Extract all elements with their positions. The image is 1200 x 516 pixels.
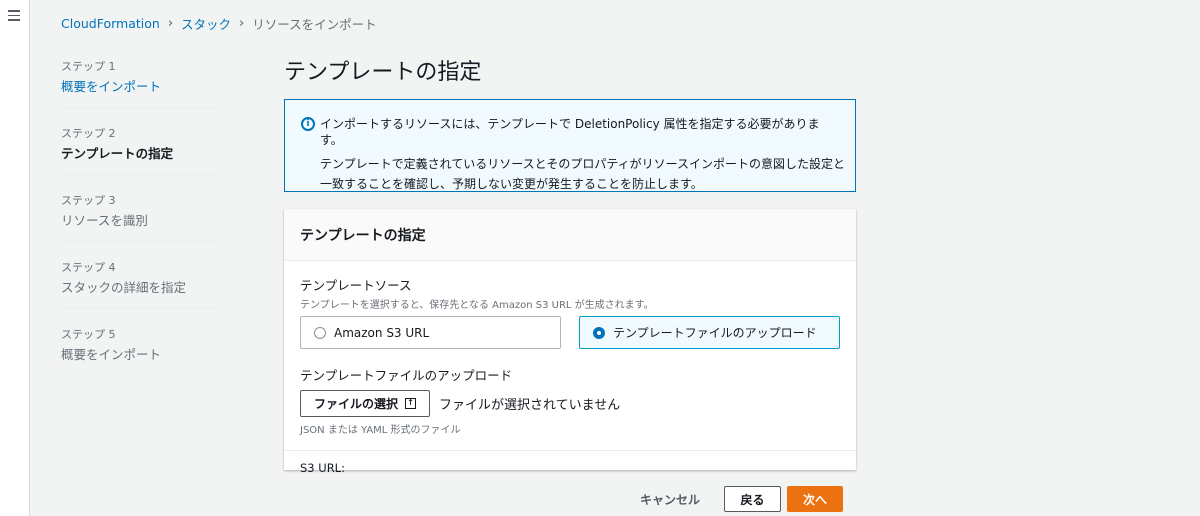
side-navigation-rail — [0, 0, 30, 516]
option-upload-template-file[interactable]: テンプレートファイルのアップロード — [579, 316, 840, 349]
choose-file-button[interactable]: ファイルの選択 ↑ — [300, 390, 430, 417]
breadcrumb: CloudFormation › スタック › リソースをインポート — [61, 14, 377, 33]
alert-detail: テンプレートで定義されているリソースとそのプロパティがリソースインポートの意図し… — [320, 157, 846, 191]
upload-label: テンプレートファイルのアップロード — [300, 368, 513, 383]
step-label-review-import: 概要をインポート — [61, 347, 162, 362]
radio-button[interactable] — [314, 326, 326, 339]
step-label-import-overview[interactable]: 概要をインポート — [61, 76, 216, 95]
option-label: Amazon S3 URL — [334, 325, 430, 340]
step-label-stack-details: スタックの詳細を指定 — [61, 280, 187, 295]
step-number: ステップ 5 — [61, 328, 116, 341]
alert-message: インポートするリソースには、テンプレートで DeletionPolicy 属性を… — [320, 117, 820, 147]
page-title: テンプレートの指定 — [284, 60, 482, 85]
next-button[interactable]: 次へ — [787, 486, 844, 512]
menu-icon[interactable] — [8, 10, 20, 24]
wizard-step-1: ステップ 1 概要をインポート — [61, 58, 216, 108]
wizard-steps: ステップ 1 概要をインポート ステップ 2 テンプレートの指定 ステップ 3 … — [61, 58, 216, 392]
wizard-step-4: ステップ 4 スタックの詳細を指定 — [61, 259, 216, 309]
choose-file-label: ファイルの選択 — [313, 397, 398, 411]
info-icon: i — [301, 117, 315, 131]
wizard-step-5: ステップ 5 概要をインポート — [61, 326, 216, 375]
step-number: ステップ 3 — [61, 194, 116, 207]
no-file-text: ファイルが選択されていません — [439, 398, 621, 413]
panel-title: テンプレートの指定 — [284, 209, 856, 261]
breadcrumb-current: リソースをインポート — [252, 17, 377, 32]
s3-url-label: S3 URL: — [300, 461, 345, 475]
option-label: テンプレートファイルのアップロード — [613, 326, 817, 340]
info-alert: i インポートするリソースには、テンプレートで DeletionPolicy 属… — [284, 99, 856, 192]
cancel-button[interactable]: キャンセル — [640, 491, 700, 508]
chevron-right-icon: › — [239, 16, 245, 31]
chevron-right-icon: › — [167, 16, 174, 31]
template-source-description: テンプレートを選択すると、保存先となる Amazon S3 URL が生成されま… — [300, 300, 654, 311]
radio-button-checked[interactable] — [593, 326, 605, 339]
step-number: ステップ 1 — [61, 60, 116, 73]
wizard-actions: キャンセル 戻る 次へ — [640, 486, 844, 512]
step-label-identify-resources: リソースを識別 — [61, 213, 148, 228]
option-amazon-s3-url[interactable]: Amazon S3 URL — [300, 316, 561, 349]
step-label-specify-template: テンプレートの指定 — [61, 146, 174, 161]
breadcrumb-stacks[interactable]: スタック — [181, 14, 231, 33]
template-source-label: テンプレートソース — [300, 278, 412, 293]
back-button[interactable]: 戻る — [724, 486, 782, 512]
file-format-hint: JSON または YAML 形式のファイル — [300, 425, 461, 436]
step-number: ステップ 4 — [61, 261, 116, 274]
wizard-step-3: ステップ 3 リソースを識別 — [61, 192, 216, 242]
wizard-step-2: ステップ 2 テンプレートの指定 — [61, 125, 216, 175]
breadcrumb-cloudformation[interactable]: CloudFormation — [61, 16, 160, 31]
specify-template-panel: テンプレートの指定 テンプレートソース テンプレートを選択すると、保存先となる … — [284, 209, 856, 475]
step-number: ステップ 2 — [61, 127, 116, 140]
template-source-options: Amazon S3 URL テンプレートファイルのアップロード — [300, 316, 840, 349]
upload-icon: ↑ — [405, 398, 416, 409]
